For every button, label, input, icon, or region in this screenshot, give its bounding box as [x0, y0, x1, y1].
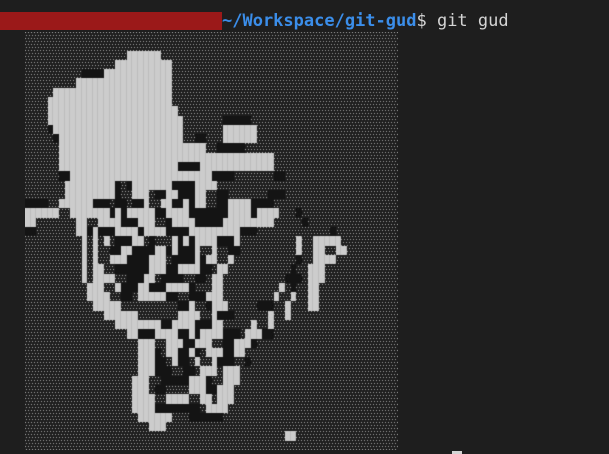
terminal-window[interactable]: ~/Workspace/git-gud $ git gud	[0, 0, 609, 454]
prompt-line: ~/Workspace/git-gud $ git gud	[0, 9, 509, 33]
prompt-symbol: $	[416, 11, 437, 31]
prompt-user-host-redacted	[0, 12, 222, 30]
prompt-path: ~/Workspace/git-gud	[222, 11, 417, 31]
ascii-art-canvas	[25, 32, 398, 450]
ascii-art-output	[25, 32, 398, 450]
prompt-command: git gud	[436, 11, 509, 31]
